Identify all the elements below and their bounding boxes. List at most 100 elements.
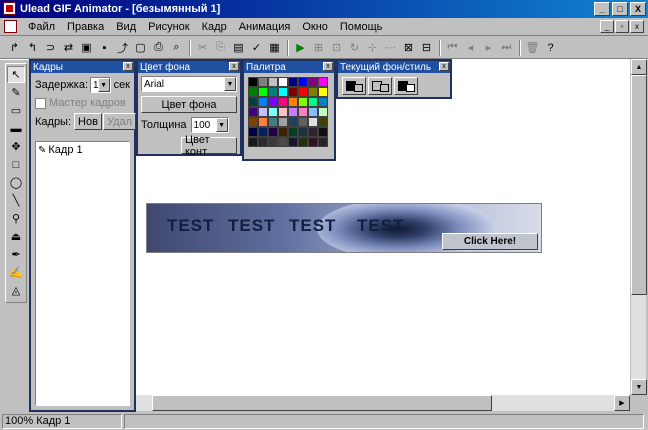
brush-tool-icon[interactable]: ✍ [7,264,25,281]
color-swatch[interactable] [248,97,258,107]
color-swatch[interactable] [258,107,268,117]
last-frame-icon[interactable]: ⏭ [498,39,515,56]
copy-icon[interactable]: ⎘ [212,39,229,56]
color-swatch[interactable] [288,137,298,147]
rectangle-tool-icon[interactable]: □ [7,156,25,173]
color-swatch[interactable] [308,127,318,137]
color-swatch[interactable] [288,117,298,127]
color-swatch[interactable] [268,127,278,137]
chevron-down-icon[interactable]: ▼ [97,78,110,92]
color-swatch[interactable] [318,107,328,117]
print-icon[interactable]: ⎙ [150,39,167,56]
color-swatch[interactable] [318,127,328,137]
color-swatch[interactable] [308,137,318,147]
master-checkbox[interactable] [35,97,46,109]
new-frame-button[interactable]: Нов [74,113,102,130]
color-swatch[interactable] [308,87,318,97]
color-swatch[interactable] [248,117,258,127]
pen-tool-icon[interactable]: ✒ [7,246,25,263]
color-swatch[interactable] [268,77,278,87]
cut-icon[interactable]: ✂ [194,39,211,56]
new-from-image-icon[interactable]: ↰ [24,39,41,56]
color-swatch[interactable] [288,77,298,87]
color-swatch[interactable] [278,97,288,107]
tween-icon[interactable]: ⋯ [382,39,399,56]
color-swatch[interactable] [248,87,258,97]
optimize-icon[interactable]: ▢ [132,39,149,56]
move-tool-icon[interactable]: ✥ [7,138,25,155]
bgcolor-button[interactable]: Цвет фона [141,96,237,113]
color-swatch[interactable] [298,117,308,127]
delete-frame-button[interactable]: Удал [102,113,137,130]
next-frame-icon[interactable]: ▸ [480,39,497,56]
color-swatch[interactable] [248,77,258,87]
frame-crop-icon[interactable]: ⊡ [328,39,345,56]
color-swatch[interactable] [298,107,308,117]
menu-animation[interactable]: Анимация [233,21,297,33]
ellipse-tool-icon[interactable]: ◯ [7,174,25,191]
minimize-button[interactable]: _ [594,2,610,16]
color-swatch[interactable] [268,117,278,127]
frames-list[interactable]: ✎ Кадр 1 [35,141,130,406]
color-swatch[interactable] [318,117,328,127]
color-swatch[interactable] [318,137,328,147]
chevron-down-icon[interactable]: ▼ [215,118,228,132]
document-icon[interactable] [4,20,17,33]
rotate-icon[interactable]: ↻ [346,39,363,56]
color-swatch[interactable] [278,107,288,117]
color-swatch[interactable] [288,127,298,137]
export-icon[interactable]: ⤴ [114,39,131,56]
first-frame-icon[interactable]: ⏮ [444,39,461,56]
frame-add-icon[interactable]: ⊞ [310,39,327,56]
color-swatch[interactable] [308,77,318,87]
color-swatch[interactable] [298,87,308,97]
close-icon[interactable]: x [323,62,333,71]
menu-view[interactable]: Вид [110,21,142,33]
vertical-scroll-thumb[interactable] [631,75,647,295]
color-swatch[interactable] [278,87,288,97]
style-solid-icon[interactable] [342,77,366,95]
color-swatch[interactable] [278,137,288,147]
doc-minimize-button[interactable]: _ [600,20,614,33]
trash-icon[interactable]: 🗑 [524,39,541,56]
close-button[interactable]: X [630,2,646,16]
texture-panel-title[interactable]: Текущий фон/стиль x [338,61,450,73]
close-icon[interactable]: x [439,62,449,71]
fill-tool-icon[interactable]: ◬ [7,282,25,299]
new-icon[interactable]: ↱ [6,39,23,56]
pencil-tool-icon[interactable]: ✎ [7,84,25,101]
vertical-scrollbar[interactable]: ▲ ▼ [630,59,647,395]
doc-close-button[interactable]: x [630,20,644,33]
image-icon[interactable]: ⊟ [418,39,435,56]
color-swatch[interactable] [268,107,278,117]
help-icon[interactable]: ? [542,39,559,56]
color-swatch[interactable] [318,77,328,87]
outline-color-button[interactable]: Цвет конт [181,134,237,158]
delay-select[interactable]: 1 ▼ [90,77,111,93]
color-swatch[interactable] [318,87,328,97]
color-swatch[interactable] [258,117,268,127]
pointer-tool-icon[interactable]: ↖ [7,66,25,83]
paste-icon[interactable]: ▤ [230,39,247,56]
color-swatch[interactable] [258,137,268,147]
color-swatch[interactable] [308,107,318,117]
check-icon[interactable]: ✓ [248,39,265,56]
color-swatch[interactable] [248,137,258,147]
close-icon[interactable]: x [123,62,133,71]
menu-window[interactable]: Окно [296,21,334,33]
color-swatch[interactable] [248,127,258,137]
color-swatch[interactable] [298,137,308,147]
color-swatch[interactable] [268,137,278,147]
click-here-button[interactable]: Click Here! [442,233,538,250]
color-swatch[interactable] [288,97,298,107]
list-item[interactable]: ✎ Кадр 1 [38,144,127,156]
save-icon[interactable]: ▣ [78,39,95,56]
save-as-icon[interactable]: ▪ [96,39,113,56]
thickness-select[interactable]: 100 ▼ [190,117,229,133]
color-swatch[interactable] [258,77,268,87]
color-swatch[interactable] [258,87,268,97]
color-swatch[interactable] [278,127,288,137]
line-tool-icon[interactable]: ╲ [7,192,25,209]
menu-help[interactable]: Помощь [334,21,389,33]
color-swatch[interactable] [258,97,268,107]
